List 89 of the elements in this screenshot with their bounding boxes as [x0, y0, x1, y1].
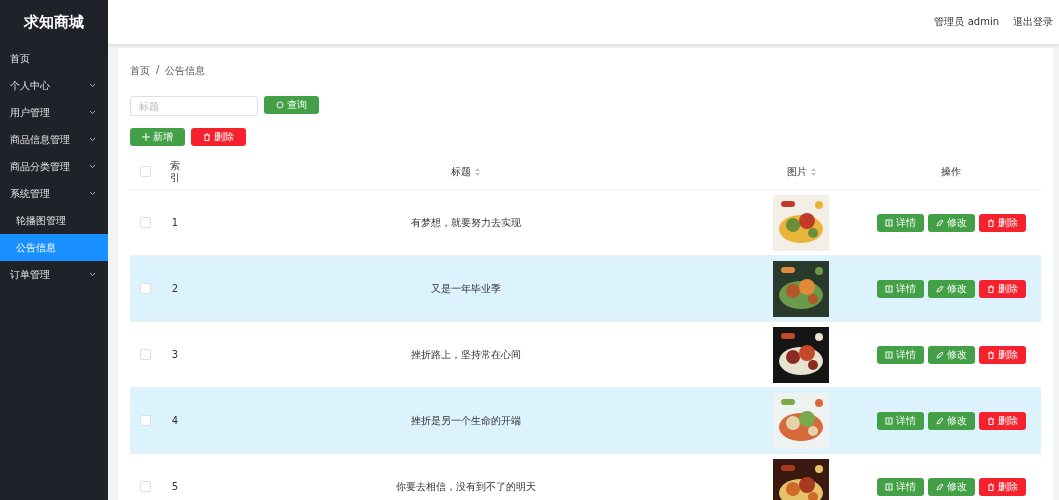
delete-button[interactable]: 删除: [978, 411, 1026, 430]
sidebar-item[interactable]: 用户管理: [0, 99, 108, 126]
edit-button[interactable]: 修改: [927, 411, 975, 430]
plus-icon: [142, 133, 150, 141]
sort-icon[interactable]: [475, 167, 480, 176]
sidebar-label: 系统管理: [10, 186, 50, 201]
trash-icon: [986, 350, 995, 359]
edit-button[interactable]: 修改: [927, 213, 975, 232]
pencil-icon: [935, 482, 944, 491]
pencil-icon: [935, 218, 944, 227]
brand-title: 求知商城: [22, 12, 85, 33]
document-icon: [884, 284, 893, 293]
table-row[interactable]: 2 又是一年毕业季 详情 修改 删除: [130, 256, 1041, 322]
column-header: 操作: [941, 164, 961, 179]
checkbox[interactable]: [139, 349, 151, 360]
sidebar-label: 商品分类管理: [10, 159, 70, 174]
detail-button[interactable]: 详情: [876, 279, 924, 298]
checkbox[interactable]: [139, 415, 151, 426]
detail-button[interactable]: 详情: [876, 411, 924, 430]
search-button[interactable]: 查询: [264, 96, 319, 114]
table-cell: 3: [171, 349, 179, 360]
search-field[interactable]: 标题: [130, 96, 258, 116]
sidebar-item[interactable]: 个人中心: [0, 72, 108, 99]
sidebar-label: 个人中心: [10, 78, 50, 93]
delete-button[interactable]: 删除: [191, 128, 246, 146]
sort-icon[interactable]: [810, 167, 816, 176]
sidebar-item[interactable]: 商品信息管理: [0, 126, 108, 153]
document-icon: [884, 350, 893, 359]
chevron-down-icon: [89, 191, 96, 196]
add-button[interactable]: 新增: [130, 128, 185, 146]
pencil-icon: [935, 416, 944, 425]
logout-link[interactable]: 退出登录: [1013, 15, 1053, 29]
table-cell: 挫折路上，坚持常在心间: [410, 347, 521, 362]
chevron-down-icon: [89, 164, 96, 169]
sidebar-item[interactable]: 商品分类管理: [0, 153, 108, 180]
breadcrumb-item[interactable]: 公告信息: [165, 64, 206, 78]
trash-icon: [986, 482, 995, 491]
chevron-down-icon: [89, 110, 96, 115]
detail-button[interactable]: 详情: [876, 345, 924, 364]
sidebar-subitem[interactable]: 轮播图管理: [0, 207, 108, 234]
breadcrumb-separator: /: [156, 64, 160, 77]
edit-button[interactable]: 修改: [927, 345, 975, 364]
sidebar-subitem[interactable]: 公告信息: [0, 234, 108, 261]
delete-button[interactable]: 删除: [978, 213, 1026, 232]
column-header: 图片: [786, 164, 807, 179]
checkbox[interactable]: [139, 481, 151, 492]
trash-icon: [203, 133, 211, 141]
edit-button[interactable]: 修改: [927, 279, 975, 298]
detail-button[interactable]: 详情: [876, 213, 924, 232]
detail-button[interactable]: 详情: [876, 477, 924, 496]
table-cell: 1: [171, 217, 179, 228]
user-label: 管理员 admin: [934, 15, 999, 29]
sidebar-label: 用户管理: [10, 105, 50, 120]
table-cell: 4: [171, 415, 179, 426]
document-icon: [884, 416, 893, 425]
chevron-down-icon: [89, 83, 96, 88]
sidebar-label: 商品信息管理: [10, 132, 70, 147]
trash-icon: [986, 416, 995, 425]
pencil-icon: [935, 284, 944, 293]
search-icon: [276, 101, 284, 109]
table-cell: 5: [171, 481, 179, 492]
table-cell: 又是一年毕业季: [430, 281, 501, 296]
table-row[interactable]: 4 挫折是另一个生命的开端 详情 修改 删除: [130, 388, 1041, 454]
delete-button[interactable]: 删除: [978, 279, 1026, 298]
sidebar-label: 订单管理: [10, 267, 50, 282]
checkbox[interactable]: [139, 283, 151, 294]
table-cell: 2: [171, 283, 179, 294]
sidebar-item[interactable]: 系统管理: [0, 180, 108, 207]
checkbox[interactable]: [139, 166, 151, 177]
column-header: 索引: [170, 159, 180, 184]
breadcrumb-item[interactable]: 首页: [130, 64, 150, 78]
chevron-down-icon: [89, 137, 96, 142]
sidebar-item[interactable]: 订单管理: [0, 261, 108, 288]
delete-button[interactable]: 删除: [978, 477, 1026, 496]
table-cell: 有梦想，就要努力去实现: [410, 215, 521, 230]
edit-button[interactable]: 修改: [927, 477, 975, 496]
column-header: 标题: [451, 164, 471, 179]
table-cell: 挫折是另一个生命的开端: [410, 413, 521, 428]
sidebar-label: 首页: [10, 51, 30, 66]
chevron-down-icon: [89, 272, 96, 277]
checkbox[interactable]: [139, 217, 151, 228]
sidebar-item[interactable]: 首页: [0, 45, 108, 72]
trash-icon: [986, 218, 995, 227]
document-icon: [884, 482, 893, 491]
document-icon: [884, 218, 893, 227]
delete-button[interactable]: 删除: [978, 345, 1026, 364]
table-cell: 你要去相信，没有到不了的明天: [395, 479, 536, 494]
trash-icon: [986, 284, 995, 293]
pencil-icon: [935, 350, 944, 359]
